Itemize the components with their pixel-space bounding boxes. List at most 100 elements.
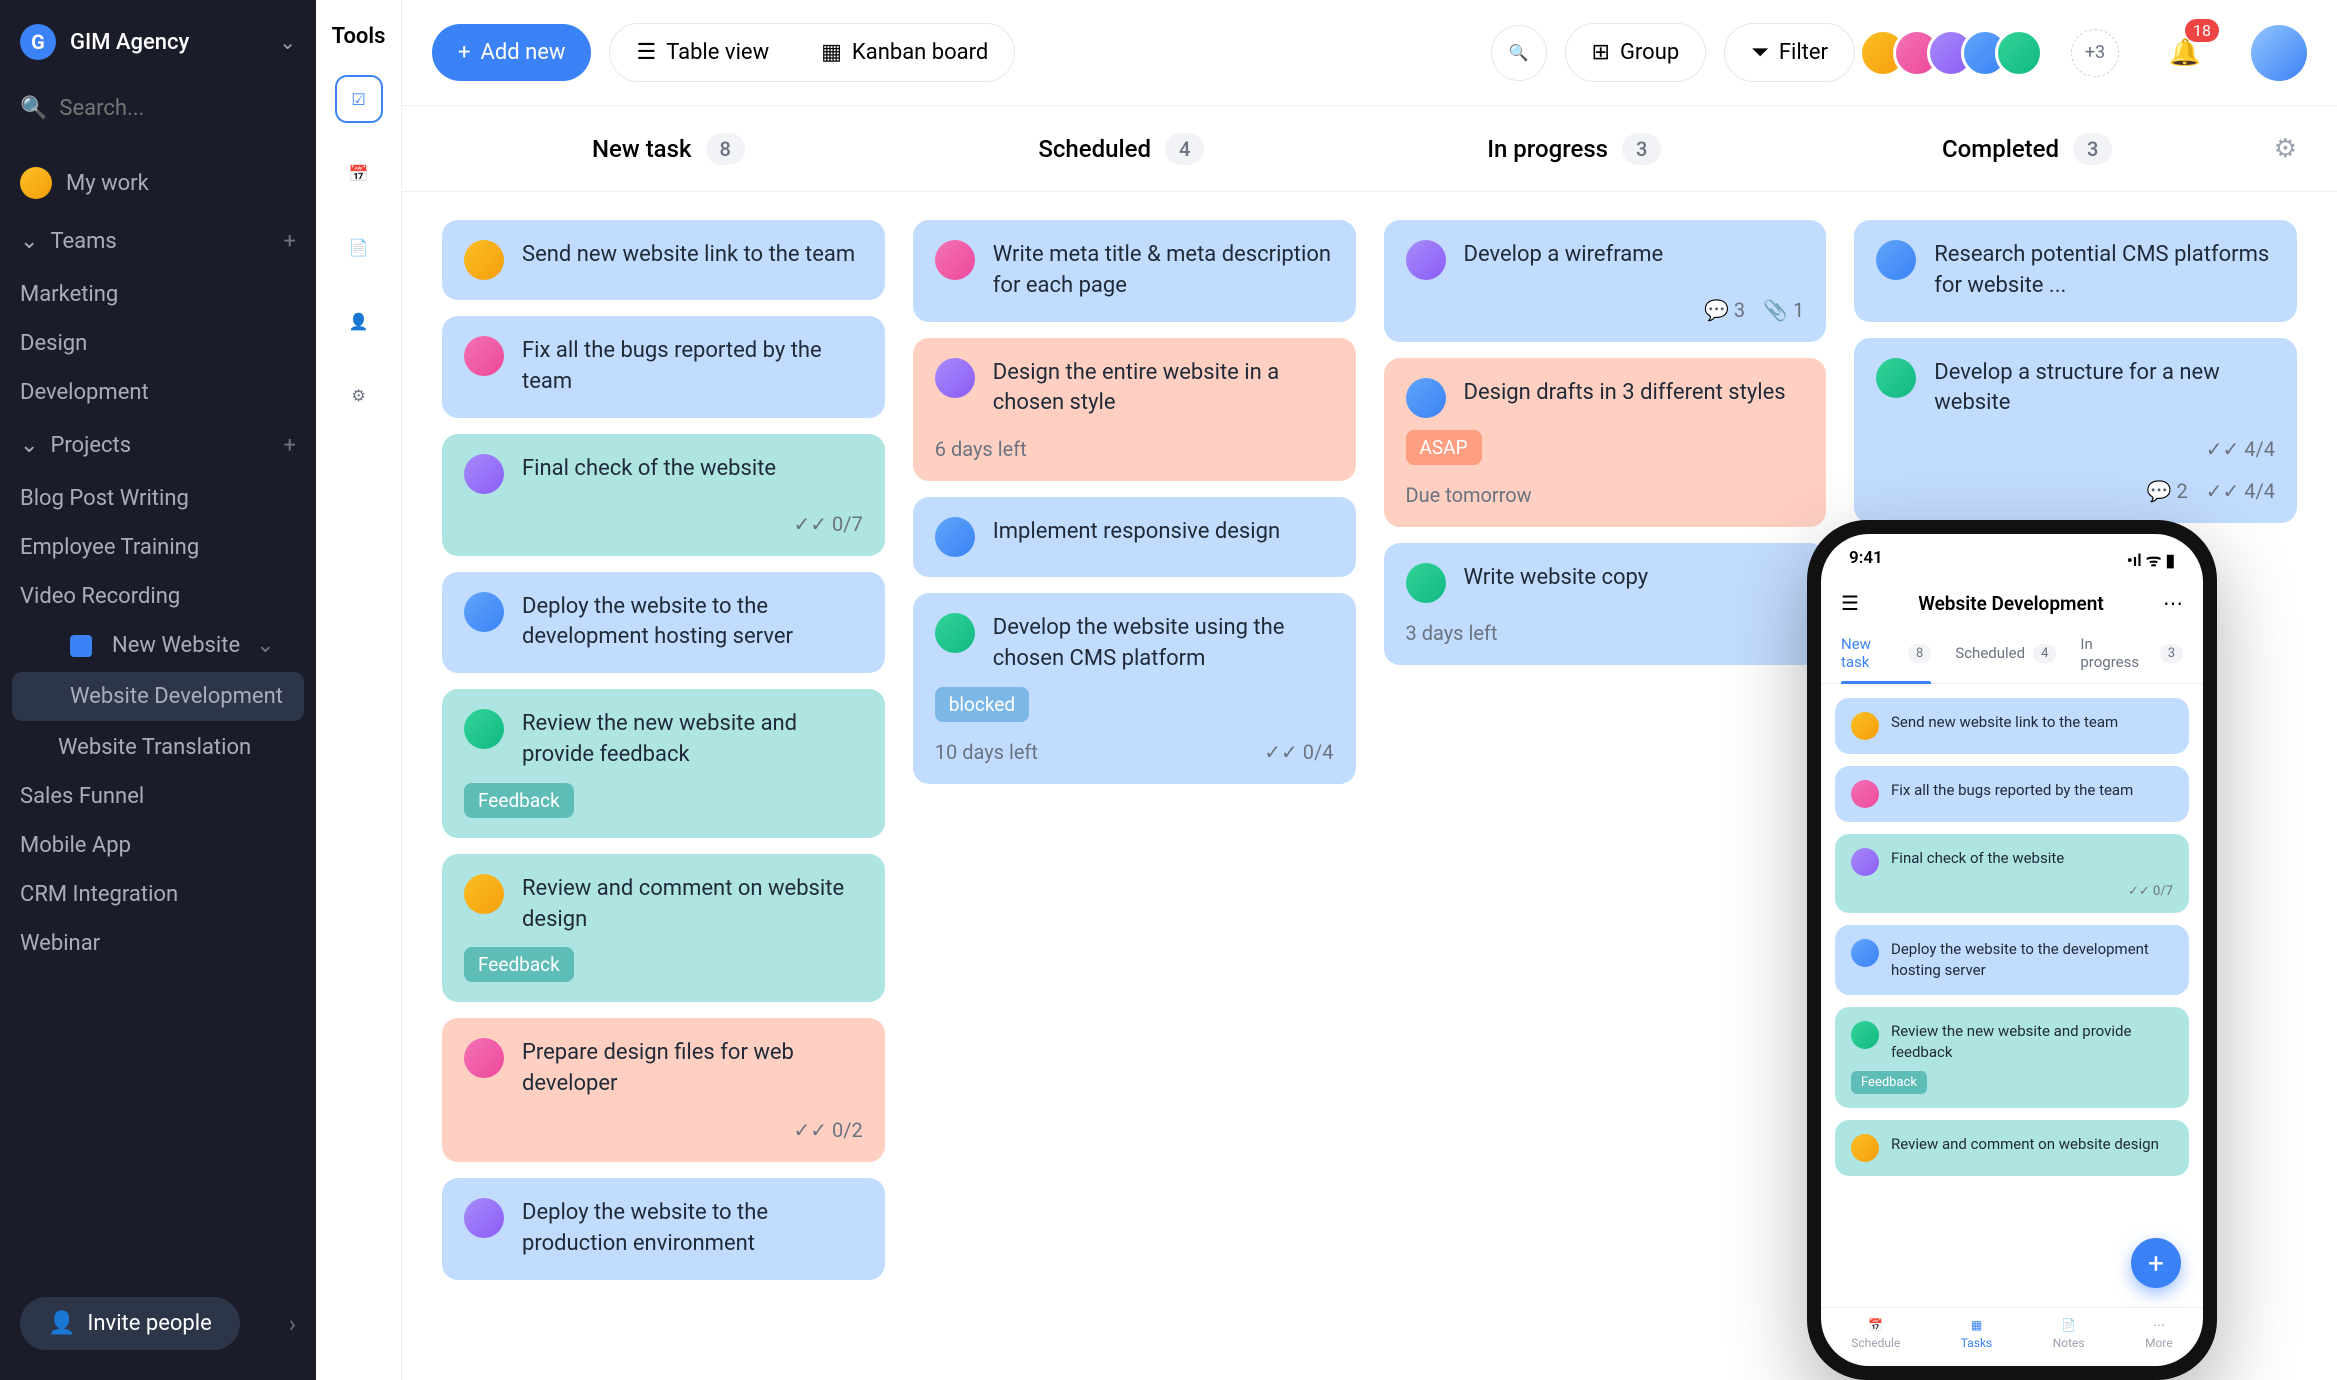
task-card[interactable]: Deploy the website to the development ho… [442,572,885,674]
task-card[interactable]: Final check of the website✓✓ 0/7 [442,434,885,556]
task-card[interactable]: Design drafts in 3 different stylesASAPD… [1384,358,1827,527]
nav-label: Schedule [1851,1336,1900,1350]
nav-notes[interactable]: 📄Notes [2053,1318,2085,1350]
search-bar[interactable]: 🔍 [20,84,296,133]
phone-task-card[interactable]: Final check of the website✓✓ 0/7 [1835,834,2189,913]
subproject-website-trans[interactable]: Website Translation [0,723,316,772]
project-mobile[interactable]: Mobile App [0,821,316,870]
group-button[interactable]: ⊞ Group [1565,23,1707,82]
team-development[interactable]: Development [0,368,316,417]
teams-section[interactable]: ⌄ Teams + [0,213,316,270]
column-name: Completed [1942,135,2059,163]
task-card[interactable]: Fix all the bugs reported by the team [442,316,885,418]
chevron-down-icon: ⌄ [279,30,296,54]
topbar: + Add new ☰ Table view ▦ Kanban board 🔍 … [402,0,2337,106]
nav-label: More [2145,1336,2173,1350]
phone-tabs: New task 8 Scheduled 4 In progress 3 [1821,631,2203,684]
project-video[interactable]: Video Recording [0,572,316,621]
assignee-avatar [464,709,504,749]
board-settings-icon[interactable]: ⚙ [2274,134,2297,164]
card-title: Fix all the bugs reported by the team [1891,780,2133,801]
task-card[interactable]: Research potential CMS platforms for web… [1854,220,2297,322]
notifications-button[interactable]: 🔔 18 [2157,25,2213,81]
phone-fab-add[interactable]: + [2131,1238,2181,1288]
project-new-website[interactable]: New Website ⌄ [0,621,316,670]
menu-icon[interactable]: ☰ [1841,591,1859,615]
due-date: 3 days left [1406,621,1498,645]
team-marketing[interactable]: Marketing [0,270,316,319]
kanban-view-button[interactable]: ▦ Kanban board [795,24,1014,81]
kanban-label: Kanban board [852,40,988,65]
nav-tasks[interactable]: ▦Tasks [1961,1318,1993,1350]
task-card[interactable]: Design the entire website in a chosen st… [913,338,1356,482]
phone-tab-progress[interactable]: In progress 3 [2080,635,2183,683]
rail-tasks-icon[interactable]: ☑ [335,75,383,123]
profile-avatar[interactable] [2251,25,2307,81]
task-card[interactable]: Send new website link to the team [442,220,885,300]
card-tag: ASAP [1406,430,1482,465]
member-avatars[interactable] [1873,29,2043,77]
task-card[interactable]: Review the new website and provide feedb… [442,689,885,838]
team-design[interactable]: Design [0,319,316,368]
workspace-switcher[interactable]: G GIM Agency ⌄ [0,0,316,84]
phone-task-card[interactable]: Review and comment on website design [1835,1120,2189,1176]
project-blog[interactable]: Blog Post Writing [0,474,316,523]
tab-count: 3 [2160,644,2183,663]
assignee-avatar [464,874,504,914]
due-date: 6 days left [935,437,1027,461]
task-card[interactable]: Develop a wireframe💬 3📎 1 [1384,220,1827,342]
task-card[interactable]: Write website copy3 days left [1384,543,1827,665]
search-button[interactable]: 🔍 [1491,25,1547,81]
phone-tab-scheduled[interactable]: Scheduled 4 [1955,635,2056,683]
phone-task-card[interactable]: Review the new website and provide feedb… [1835,1007,2189,1108]
add-new-button[interactable]: + Add new [432,24,591,81]
collapse-icon[interactable]: › [289,1310,296,1338]
column-name: Scheduled [1038,135,1151,163]
rail-notes-icon[interactable]: 📄 [335,223,383,271]
search-icon: 🔍 [20,96,47,121]
phone-task-card[interactable]: Fix all the bugs reported by the team [1835,766,2189,822]
phone-task-card[interactable]: Send new website link to the team [1835,698,2189,754]
project-training[interactable]: Employee Training [0,523,316,572]
more-members[interactable]: +3 [2071,29,2119,77]
project-webinar[interactable]: Webinar [0,919,316,968]
task-card[interactable]: Write meta title & meta description for … [913,220,1356,322]
task-card[interactable]: Implement responsive design [913,497,1356,577]
my-work[interactable]: My work [0,153,316,213]
phone-status-bar: 9:41 •ıl ᯤ ▮ [1821,534,2203,579]
project-sales[interactable]: Sales Funnel [0,772,316,821]
phone-tab-new[interactable]: New task 8 [1841,635,1931,683]
nav-schedule[interactable]: 📅Schedule [1851,1318,1900,1350]
tab-count: 8 [1908,644,1931,663]
table-view-button[interactable]: ☰ Table view [610,24,795,81]
card-tag: blocked [935,687,1029,722]
search-input[interactable] [59,96,296,121]
add-team-button[interactable]: + [284,229,296,254]
rail-calendar-icon[interactable]: 📅 [335,149,383,197]
tools-label: Tools [332,24,386,49]
task-card[interactable]: Deploy the website to the production env… [442,1178,885,1280]
rail-settings-icon[interactable]: ⚙ [335,371,383,419]
assignee-avatar [1851,712,1879,740]
rail-people-icon[interactable]: 👤 [335,297,383,345]
project-crm[interactable]: CRM Integration [0,870,316,919]
subproject-website-dev[interactable]: Website Development [12,672,304,721]
phone-task-card[interactable]: Deploy the website to the development ho… [1835,925,2189,995]
nav-more[interactable]: ⋯More [2145,1318,2173,1350]
task-card[interactable]: Review and comment on website designFeed… [442,854,885,1003]
invite-people-button[interactable]: 👤 Invite people [20,1297,240,1350]
card-title: Review the new website and provide feedb… [522,709,863,771]
teams-label: Teams [50,229,116,254]
chevron-down-icon: ⌄ [20,229,38,254]
task-card[interactable]: Prepare design files for web developer✓✓… [442,1018,885,1162]
projects-label: Projects [50,433,131,458]
more-icon[interactable]: ⋯ [2163,591,2183,615]
project-label: New Website [112,633,240,658]
add-project-button[interactable]: + [284,433,296,458]
phone-bottom-nav: 📅Schedule ▦Tasks 📄Notes ⋯More [1821,1307,2203,1366]
comments-count: 💬 2 [2147,479,2188,503]
task-card[interactable]: Develop the website using the chosen CMS… [913,593,1356,784]
filter-button[interactable]: ⏷ Filter [1724,23,1855,82]
projects-section[interactable]: ⌄ Projects + [0,417,316,474]
task-card[interactable]: Develop a structure for a new website✓✓ … [1854,338,2297,524]
